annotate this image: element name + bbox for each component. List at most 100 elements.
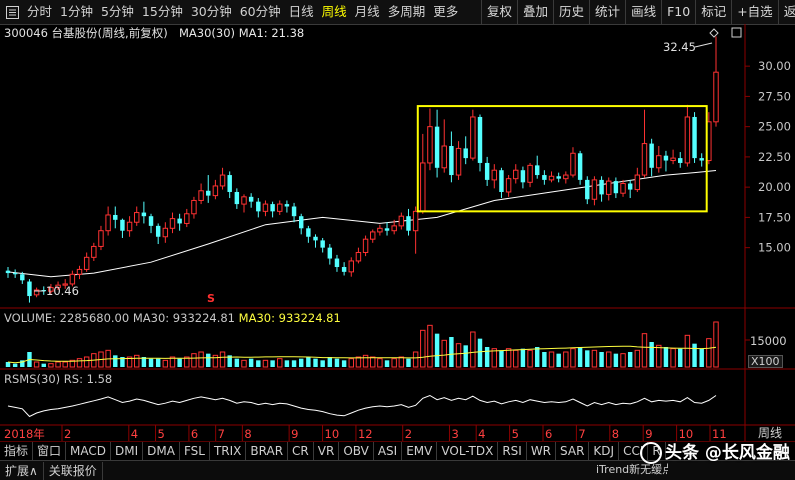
volume-bar <box>241 359 247 368</box>
marker-diamond-icon[interactable] <box>709 28 719 38</box>
volume-label-row: VOLUME: 2285680.00 MA30: 933224.81 MA30:… <box>4 310 341 326</box>
indicator-tab-16[interactable]: SAR <box>556 442 590 460</box>
indicator-tab-3[interactable]: DMI <box>111 442 144 460</box>
volume-bar <box>606 351 612 368</box>
high-annotation: 32.45 <box>663 27 742 54</box>
candle-body-up <box>91 245 97 258</box>
candle <box>241 194 247 213</box>
candle <box>298 213 304 235</box>
candle <box>527 162 533 188</box>
indicator-tab-7[interactable]: BRAR <box>246 442 289 460</box>
candle <box>155 223 161 245</box>
volume-bar <box>542 352 547 367</box>
price-tick-1: 27.50 <box>758 89 791 103</box>
candle <box>670 149 676 165</box>
volume-axis-unit: X100 <box>748 355 783 368</box>
candle-body-up <box>441 145 447 169</box>
indicator-tab-1[interactable]: 窗口 <box>33 442 67 460</box>
indicator-tab-13[interactable]: VOL-TDX <box>437 442 499 460</box>
expand-button[interactable]: 扩展∧ <box>0 461 44 480</box>
candle <box>313 234 318 248</box>
candle-body-down <box>155 225 161 237</box>
candle <box>177 213 182 231</box>
event-marker[interactable]: S <box>207 292 215 305</box>
candle <box>663 150 669 172</box>
indicator-tab-8[interactable]: CR <box>288 442 314 460</box>
candle-body-up <box>470 116 476 159</box>
candle-body-down <box>227 175 232 192</box>
candle <box>434 109 440 178</box>
candle <box>212 179 219 200</box>
indicator-tab-15[interactable]: WR <box>527 442 557 460</box>
candle-body-down <box>270 204 275 212</box>
volume-bar <box>327 357 333 367</box>
candle <box>141 201 147 224</box>
volume-bar <box>570 348 576 368</box>
candle <box>120 218 125 238</box>
volume-ma-label-2: MA30: 933224.81 <box>238 311 341 325</box>
volume-bar <box>277 358 283 368</box>
volume-bar <box>656 344 662 368</box>
candle <box>355 247 362 264</box>
candle <box>412 206 419 254</box>
related-quote-button[interactable]: 关联报价 <box>44 461 103 480</box>
candle <box>105 206 111 236</box>
candle <box>320 237 325 253</box>
chart-canvas[interactable]: 30.00 27.50 25.00 22.50 20.00 17.50 15.00 2018… <box>0 0 795 441</box>
indicator-tab-4[interactable]: DMA <box>143 442 180 460</box>
low-annotation: 10.46 <box>34 284 79 298</box>
time-axis: 2018年 2 4 5 6 7 8 9 10 12 2 3 4 5 6 7 8 9 10 11 <box>4 425 727 441</box>
candle <box>534 155 540 179</box>
indicator-tab-0[interactable]: 指标 <box>0 442 34 460</box>
time-month-14: 7 <box>578 427 585 441</box>
candle-body-up <box>105 214 111 232</box>
volume-bar <box>284 360 290 367</box>
time-month-7: 10 <box>325 427 340 441</box>
candle <box>699 153 704 167</box>
candle-body-down <box>27 281 32 297</box>
indicator-tab-14[interactable]: RSI <box>498 442 527 460</box>
candle <box>327 244 333 265</box>
candle-body-up <box>684 116 691 164</box>
candle <box>556 172 561 183</box>
volume-bar <box>113 355 118 367</box>
candle-body-up <box>548 175 555 181</box>
candle <box>634 167 641 192</box>
time-month-0: 2 <box>64 427 71 441</box>
volume-bar <box>62 361 68 368</box>
candle-body-down <box>341 267 347 272</box>
indicator-tab-2[interactable]: MACD <box>66 442 112 460</box>
candle <box>284 200 290 213</box>
candle <box>398 212 405 230</box>
candle <box>499 167 504 199</box>
time-month-10: 3 <box>451 427 458 441</box>
candle-body-up <box>377 227 383 233</box>
volume-bar <box>455 343 462 368</box>
candles-layer <box>5 36 719 303</box>
volume-bar <box>641 333 648 368</box>
volume-bar <box>391 358 397 368</box>
indicator-tab-5[interactable]: FSL <box>180 442 210 460</box>
candle <box>678 152 683 168</box>
volume-bar <box>591 349 598 368</box>
volume-bar <box>76 358 83 368</box>
indicator-tab-10[interactable]: OBV <box>339 442 374 460</box>
candle <box>570 147 576 178</box>
volume-bar <box>585 350 590 367</box>
candle-body-up <box>69 273 76 285</box>
indicator-tab-17[interactable]: KDJ <box>589 442 620 460</box>
volume-bar <box>306 357 311 367</box>
candle <box>126 216 133 237</box>
scrolling-ad-text[interactable]: iTrend新无缓点击订购 <box>596 463 668 477</box>
indicator-tab-9[interactable]: VR <box>314 442 340 460</box>
indicator-tab-12[interactable]: EMV <box>402 442 438 460</box>
candle-body-down <box>520 170 526 183</box>
candle <box>206 175 211 203</box>
indicator-tab-6[interactable]: TRIX <box>210 442 247 460</box>
window-toggle-icon[interactable] <box>731 27 742 38</box>
watermark-logo-icon <box>640 442 662 464</box>
rsms-label-row: RSMS(30) RS: 1.58 <box>4 371 112 387</box>
candle-body-up <box>412 210 419 232</box>
indicator-tab-11[interactable]: ASI <box>374 442 403 460</box>
candle <box>542 170 547 185</box>
